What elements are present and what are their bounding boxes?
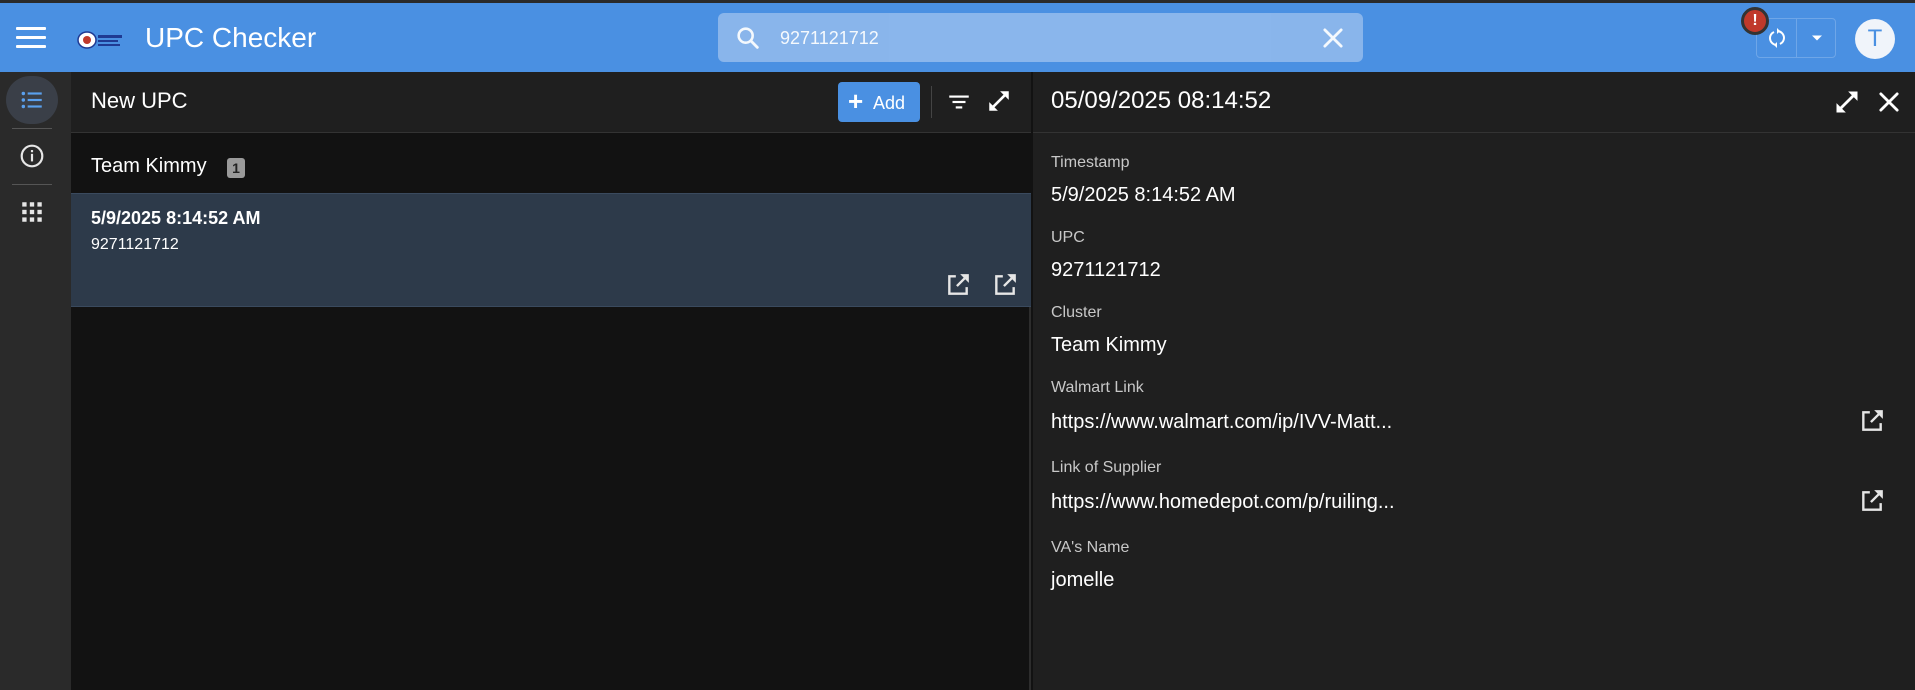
- list-title: New UPC: [91, 88, 188, 113]
- list-icon: [21, 91, 42, 109]
- group-header[interactable]: Team Kimmy 1: [71, 133, 1031, 193]
- open-walmart-link-icon[interactable]: [945, 272, 971, 298]
- list-header: New UPC + Add: [71, 72, 1031, 133]
- field-label-timestamp: Timestamp: [1051, 154, 1130, 171]
- plus-icon: +: [848, 86, 864, 116]
- field-label-upc: UPC: [1051, 229, 1085, 246]
- apps-grid-icon: [22, 202, 42, 222]
- field-label-cluster: Cluster: [1051, 304, 1102, 321]
- field-value-supplier-link[interactable]: https://www.homedepot.com/p/ruiling...: [1051, 491, 1395, 514]
- close-icon[interactable]: [1319, 24, 1347, 52]
- open-walmart-link-icon[interactable]: [1859, 408, 1885, 434]
- navigation-rail: [0, 72, 71, 690]
- avatar[interactable]: T: [1855, 19, 1895, 59]
- header-divider: [931, 86, 932, 118]
- search-icon: [737, 27, 759, 49]
- list-item-timestamp: 5/9/2025 8:14:52 AM: [91, 208, 261, 228]
- menu-icon[interactable]: [16, 27, 46, 51]
- detail-panel: 05/09/2025 08:14:52 Timestamp 5/9/2025 8…: [1033, 72, 1915, 690]
- field-value-walmart-link[interactable]: https://www.walmart.com/ip/IVV-Matt...: [1051, 411, 1392, 434]
- list-panel: New UPC + Add Team Kimmy 1 5/9/2025 8:14…: [71, 72, 1031, 690]
- expand-icon[interactable]: [1833, 88, 1861, 116]
- field-label-va-name: VA's Name: [1051, 539, 1130, 556]
- group-count-badge: 1: [227, 158, 245, 178]
- group-name: Team Kimmy: [91, 155, 207, 177]
- search-input[interactable]: [780, 21, 1280, 55]
- field-label-walmart-link: Walmart Link: [1051, 379, 1144, 396]
- sync-dropdown-button[interactable]: [1797, 19, 1836, 57]
- alert-badge[interactable]: !: [1741, 7, 1769, 35]
- list-item[interactable]: 5/9/2025 8:14:52 AM 9271121712: [71, 193, 1031, 307]
- info-icon: [20, 144, 44, 168]
- detail-header: 05/09/2025 08:14:52: [1033, 72, 1915, 133]
- field-value-timestamp: 5/9/2025 8:14:52 AM: [1051, 184, 1236, 206]
- expand-icon[interactable]: [986, 88, 1012, 114]
- app-title: UPC Checker: [145, 22, 317, 53]
- rail-item-info[interactable]: [6, 132, 58, 180]
- list-item-upc: 9271121712: [91, 236, 179, 253]
- close-icon[interactable]: [1875, 88, 1903, 116]
- filter-icon[interactable]: [946, 89, 972, 115]
- top-app-bar: UPC Checker !: [0, 0, 1915, 72]
- chevron-down-icon: [1812, 35, 1822, 41]
- alert-icon: !: [1752, 12, 1758, 29]
- field-value-va-name: jomelle: [1051, 569, 1115, 591]
- search-bar: [718, 13, 1363, 62]
- open-supplier-link-icon[interactable]: [992, 272, 1018, 298]
- open-supplier-link-icon[interactable]: [1859, 488, 1885, 514]
- detail-title: 05/09/2025 08:14:52: [1051, 87, 1272, 114]
- company-logo: [77, 31, 122, 49]
- field-value-cluster: Team Kimmy: [1051, 334, 1167, 356]
- rail-divider: [12, 184, 52, 185]
- field-value-upc: 9271121712: [1051, 259, 1161, 281]
- add-button-label: Add: [873, 93, 906, 113]
- field-label-supplier-link: Link of Supplier: [1051, 459, 1162, 476]
- rail-item-list[interactable]: [6, 76, 58, 124]
- add-button[interactable]: + Add: [838, 82, 920, 122]
- rail-divider: [12, 128, 52, 129]
- sync-icon: [1769, 28, 1785, 48]
- rail-item-apps[interactable]: [6, 188, 58, 236]
